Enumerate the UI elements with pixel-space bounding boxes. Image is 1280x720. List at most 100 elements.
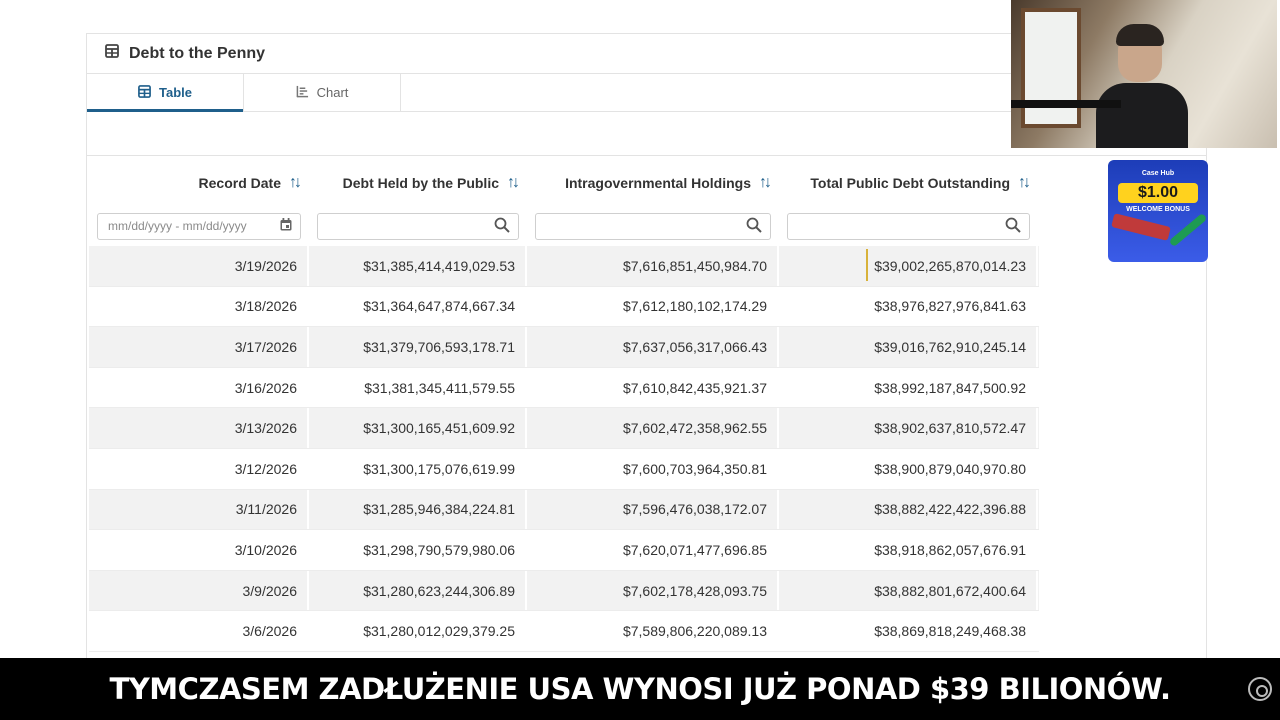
debt-held-search-input[interactable] [317, 212, 519, 240]
table-row[interactable]: 3/11/2026 $31,285,946,384,224.81 $7,596,… [89, 489, 1039, 531]
sort-icon[interactable]: ↑↓ [507, 175, 520, 191]
table-row[interactable]: 3/19/2026 $31,385,414,419,029.53 $7,616,… [89, 246, 1039, 287]
tab-chart-label: Chart [316, 85, 349, 100]
table-row[interactable]: 3/10/2026 $31,298,790,579,980.06 $7,620,… [89, 530, 1039, 571]
cell-debt-held: $31,364,647,874,667.34 [309, 286, 527, 327]
cell-record-date: 3/17/2026 [89, 327, 309, 367]
cell-debt-held: $31,280,623,244,306.89 [309, 570, 527, 611]
sort-icon[interactable]: ↑↓ [1018, 175, 1031, 191]
cell-debt-held: $31,285,946,384,224.81 [309, 489, 527, 530]
total-debt-filter-cell [779, 212, 1038, 240]
table-row[interactable]: 3/13/2026 $31,300,165,451,609.92 $7,602,… [89, 408, 1039, 449]
date-range-filter[interactable]: mm/dd/yyyy - mm/dd/yyyy [97, 212, 301, 240]
column-header-label: Total Public Debt Outstanding [810, 175, 1010, 191]
cell-intragov: $7,610,842,435,921.37 [527, 367, 779, 408]
chart-icon [296, 85, 309, 101]
date-range-filter-cell: mm/dd/yyyy - mm/dd/yyyy [89, 212, 309, 240]
panel-title: Debt to the Penny [129, 44, 266, 62]
knife-icon [1168, 212, 1208, 248]
cell-debt-held: $31,379,706,593,178.71 [309, 327, 527, 367]
table-icon [138, 84, 151, 101]
cell-intragov: $7,637,056,317,066.43 [527, 327, 779, 367]
column-header-intragovernmental-holdings[interactable]: Intragovernmental Holdings ↑↓ [527, 175, 779, 192]
cell-intragov: $7,616,851,450,984.70 [527, 246, 779, 286]
cell-debt-held: $31,300,165,451,609.92 [309, 408, 527, 448]
cell-intragov: $7,596,476,038,172.07 [527, 489, 779, 530]
cell-intragov: $7,602,472,358,962.55 [527, 408, 779, 448]
table-row[interactable]: 3/16/2026 $31,381,345,411,579.55 $7,610,… [89, 367, 1039, 409]
calendar-icon[interactable] [280, 218, 292, 234]
cell-record-date: 3/12/2026 [89, 448, 309, 489]
cell-total-debt: $38,902,637,810,572.47 [779, 408, 1038, 448]
debt-held-filter-cell [309, 212, 527, 240]
cell-debt-held: $31,300,175,076,619.99 [309, 448, 527, 489]
table-filter-row: mm/dd/yyyy - mm/dd/yyyy [89, 206, 1039, 246]
column-header-total-public-debt[interactable]: Total Public Debt Outstanding ↑↓ [779, 175, 1038, 192]
promo-brand: Case Hub [1141, 170, 1175, 177]
cell-total-debt: $39,002,265,870,014.23 [779, 246, 1038, 286]
table-row[interactable]: 3/12/2026 $31,300,175,076,619.99 $7,600,… [89, 448, 1039, 490]
cell-record-date: 3/9/2026 [89, 570, 309, 611]
search-icon[interactable] [746, 217, 762, 236]
search-icon[interactable] [1005, 217, 1021, 236]
cell-debt-held: $31,280,012,029,379.25 [309, 611, 527, 651]
cell-debt-held: $31,385,414,419,029.53 [309, 246, 527, 286]
webcam-person [1096, 24, 1188, 148]
table-body: 3/19/2026 $31,385,414,419,029.53 $7,616,… [89, 246, 1039, 652]
table-icon [105, 44, 119, 63]
subtitle-bar: TYMCZASEM ZADŁUŻENIE USA WYNOSI JUŻ PONA… [0, 658, 1280, 720]
sort-icon[interactable]: ↑↓ [759, 175, 772, 191]
cell-intragov: $7,620,071,477,696.85 [527, 530, 779, 570]
cell-intragov: $7,589,806,220,089.13 [527, 611, 779, 651]
cell-debt-held: $31,381,345,411,579.55 [309, 367, 527, 408]
cell-total-debt: $38,900,879,040,970.80 [779, 448, 1038, 489]
promo-amount: $1.00 [1118, 183, 1198, 203]
cell-intragov: $7,600,703,964,350.81 [527, 448, 779, 489]
cell-record-date: 3/18/2026 [89, 286, 309, 327]
webcam-window [1021, 8, 1081, 128]
channel-logo-icon [1248, 677, 1272, 701]
table-row[interactable]: 3/18/2026 $31,364,647,874,667.34 $7,612,… [89, 286, 1039, 328]
cell-intragov: $7,602,178,428,093.75 [527, 570, 779, 611]
cell-record-date: 3/19/2026 [89, 246, 309, 286]
cell-selection-marker [866, 249, 868, 281]
tab-chart[interactable]: Chart [244, 74, 401, 111]
table-row[interactable]: 3/17/2026 $31,379,706,593,178.71 $7,637,… [89, 327, 1039, 368]
cell-total-debt: $38,882,422,422,396.88 [779, 489, 1038, 530]
table-row[interactable]: 3/9/2026 $31,280,623,244,306.89 $7,602,1… [89, 570, 1039, 612]
intragov-filter-cell [527, 212, 779, 240]
table-row[interactable]: 3/6/2026 $31,280,012,029,379.25 $7,589,8… [89, 611, 1039, 652]
cell-total-debt: $38,882,801,672,400.64 [779, 570, 1038, 611]
table-header-row: Record Date ↑↓ Debt Held by the Public ↑… [89, 160, 1039, 206]
column-header-label: Record Date [198, 175, 281, 191]
cell-total-debt: $38,992,187,847,500.92 [779, 367, 1038, 408]
cell-record-date: 3/11/2026 [89, 489, 309, 530]
sort-icon[interactable]: ↑↓ [289, 175, 302, 191]
cell-total-debt: $38,976,827,976,841.63 [779, 286, 1038, 327]
debt-table: Record Date ↑↓ Debt Held by the Public ↑… [89, 160, 1039, 652]
microphone-arm [1011, 100, 1121, 108]
cell-total-debt: $39,016,762,910,245.14 [779, 327, 1038, 367]
column-header-label: Intragovernmental Holdings [565, 175, 751, 191]
cell-intragov: $7,612,180,102,174.29 [527, 286, 779, 327]
cell-record-date: 3/10/2026 [89, 530, 309, 570]
column-header-debt-held-by-public[interactable]: Debt Held by the Public ↑↓ [309, 175, 527, 192]
cell-record-date: 3/16/2026 [89, 367, 309, 408]
column-header-record-date[interactable]: Record Date ↑↓ [89, 175, 309, 192]
gun-icon [1111, 213, 1171, 241]
cell-debt-held: $31,298,790,579,980.06 [309, 530, 527, 570]
column-header-label: Debt Held by the Public [342, 175, 499, 191]
promo-subtitle: WELCOME BONUS [1126, 206, 1190, 213]
promo-banner[interactable]: Case Hub $1.00 WELCOME BONUS [1108, 160, 1208, 262]
cell-total-debt: $38,918,862,057,676.91 [779, 530, 1038, 570]
streamer-webcam [1011, 0, 1277, 148]
tab-table[interactable]: Table [87, 74, 244, 112]
total-debt-search-input[interactable] [787, 212, 1030, 240]
cell-total-debt: $38,869,818,249,468.38 [779, 611, 1038, 651]
cell-record-date: 3/6/2026 [89, 611, 309, 651]
date-range-placeholder: mm/dd/yyyy - mm/dd/yyyy [108, 219, 247, 233]
tab-table-label: Table [159, 85, 192, 100]
subtitle-text: TYMCZASEM ZADŁUŻENIE USA WYNOSI JUŻ PONA… [109, 672, 1171, 706]
intragov-search-input[interactable] [535, 212, 771, 240]
search-icon[interactable] [494, 217, 510, 236]
